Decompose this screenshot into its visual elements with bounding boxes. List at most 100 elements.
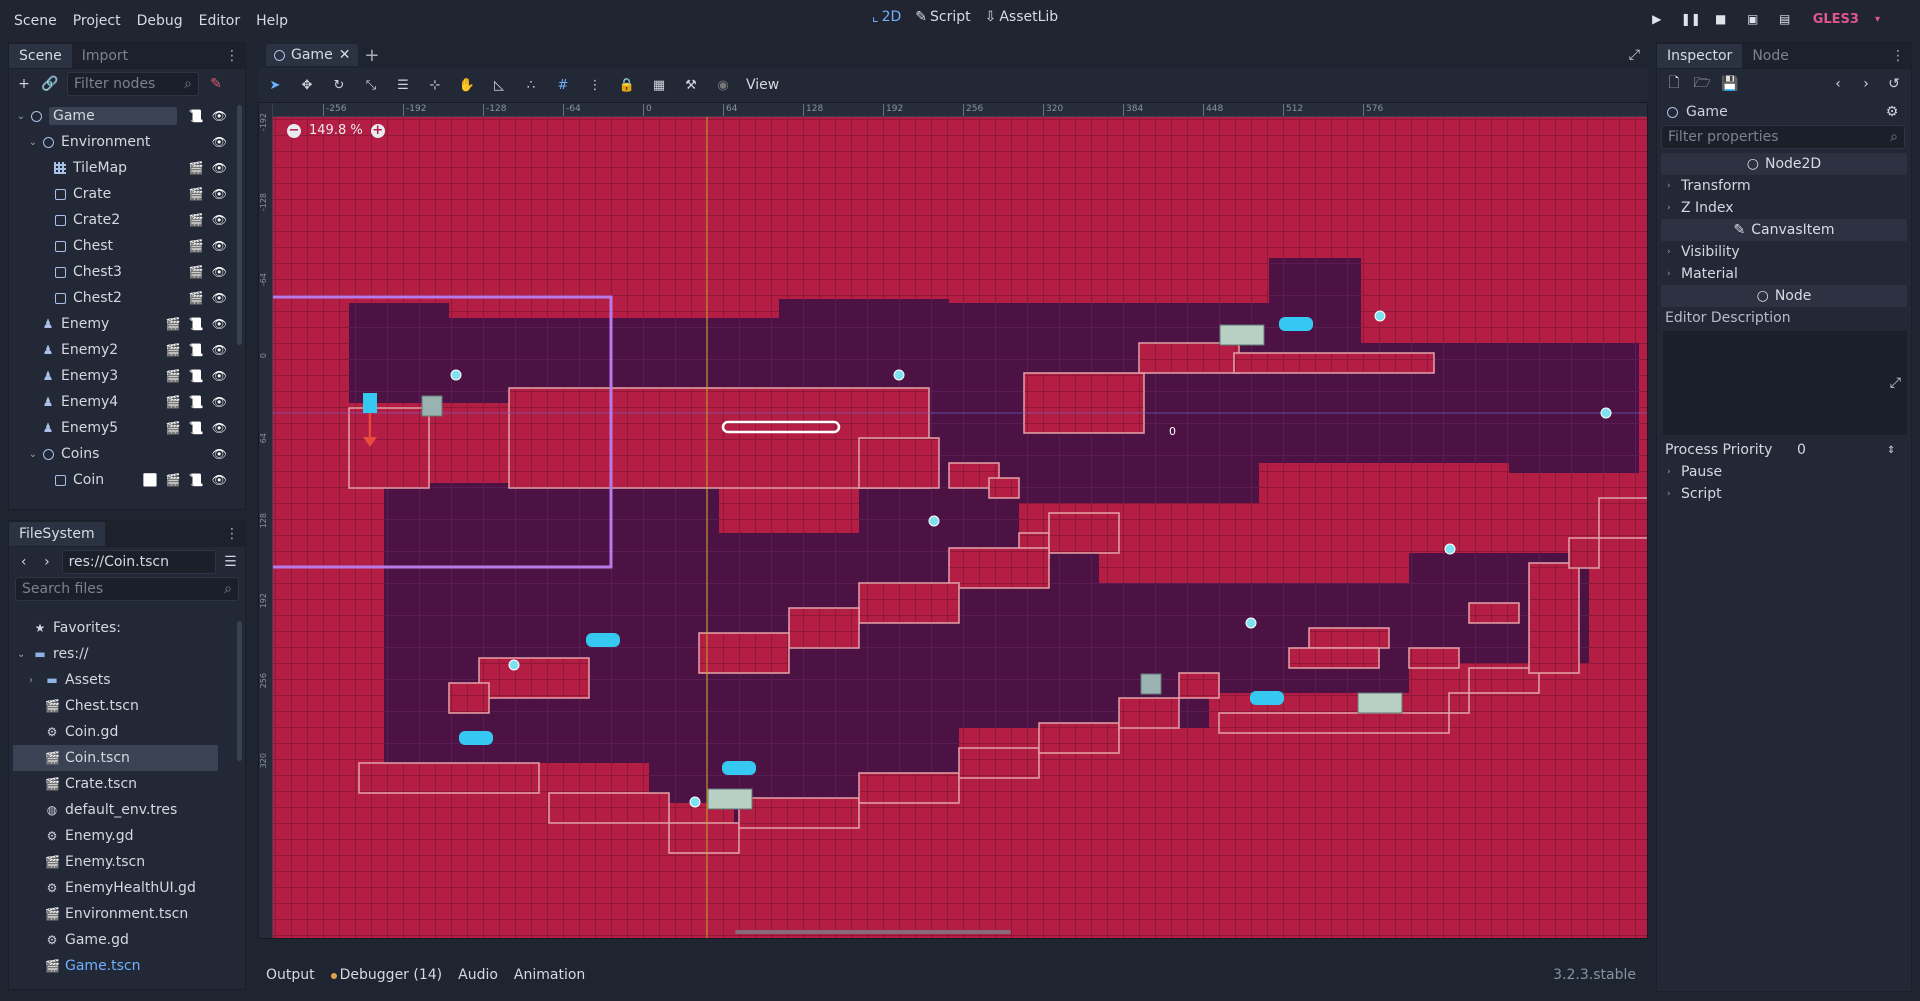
script-icon[interactable]: 📜 <box>189 317 204 331</box>
visibility-eye-icon[interactable]: 👁 <box>212 265 227 279</box>
scene-tree-row[interactable]: Crate2 🎬 👁 <box>9 207 231 233</box>
object-properties-icon[interactable]: ⚙ <box>1883 103 1901 121</box>
pause-icon[interactable]: ❚❚ <box>1681 11 1701 27</box>
script-icon[interactable]: 📜 <box>189 421 204 435</box>
history-icon[interactable]: ↺ <box>1885 75 1903 93</box>
open-scene-icon[interactable]: 🎬 <box>189 213 204 227</box>
split-view-icon[interactable]: ☰ <box>222 553 239 571</box>
dock-menu-icon[interactable]: ⋮ <box>225 48 239 64</box>
menu-help[interactable]: Help <box>248 13 296 29</box>
history-forward-icon[interactable]: › <box>1857 75 1875 93</box>
tab-animation[interactable]: Animation <box>514 967 585 983</box>
scene-tree-row[interactable]: ⌄ Environment 👁 <box>9 129 231 155</box>
visibility-eye-icon[interactable]: 👁 <box>212 395 227 409</box>
pivot-icon[interactable]: ⊹ <box>426 78 444 93</box>
tab-output[interactable]: Output <box>266 967 315 983</box>
filter-properties-input[interactable]: Filter properties ⌕ <box>1661 125 1905 149</box>
menu-debug[interactable]: Debug <box>129 13 191 29</box>
mode-2d-button[interactable]: ⌞ 2D <box>872 9 901 25</box>
add-scene-icon[interactable]: + <box>364 45 379 66</box>
back-icon[interactable]: ‹ <box>15 553 32 571</box>
section-material[interactable]: › Material <box>1657 263 1911 285</box>
scene-tree-row[interactable]: ♟ Enemy5 🎬 📜 👁 <box>9 415 231 441</box>
file-item[interactable]: ⚙ Enemy.gd <box>13 823 231 849</box>
renderer-label[interactable]: GLES3 <box>1813 12 1859 27</box>
menu-editor[interactable]: Editor <box>191 13 248 29</box>
scene-tree-row[interactable]: ♟ Enemy4 🎬 📜 👁 <box>9 389 231 415</box>
process-priority-value[interactable]: 0 <box>1797 442 1887 458</box>
open-scene-icon[interactable]: 🎬 <box>189 239 204 253</box>
tab-node[interactable]: Node <box>1742 44 1799 68</box>
filter-nodes-input[interactable]: Filter nodes ⌕ <box>67 72 199 96</box>
file-item[interactable]: ⚙ Coin.gd <box>13 719 231 745</box>
visibility-eye-icon[interactable]: 👁 <box>212 187 227 201</box>
visibility-eye-icon[interactable]: 👁 <box>212 109 227 123</box>
open-scene-icon[interactable]: 🎬 <box>189 161 204 175</box>
play-icon[interactable]: ▶ <box>1649 11 1665 27</box>
scene-tree-row[interactable]: TileMap 🎬 👁 <box>9 155 231 181</box>
file-item[interactable]: 🎬 Environment.tscn <box>13 901 231 927</box>
visibility-eye-icon[interactable]: 👁 <box>212 161 227 175</box>
forward-icon[interactable]: › <box>38 553 55 571</box>
grid-snap-icon[interactable]: # <box>554 78 572 93</box>
file-item[interactable]: 🎬 Chest.tscn <box>13 693 231 719</box>
play-scene-icon[interactable]: ▣ <box>1745 11 1761 27</box>
zoom-in-icon[interactable]: + <box>370 123 385 138</box>
collapse-arrow-icon[interactable]: ⌄ <box>15 111 27 122</box>
visibility-eye-icon[interactable]: 👁 <box>212 421 227 435</box>
scene-tree-row[interactable]: ♟ Enemy3 🎬 📜 👁 <box>9 363 231 389</box>
override-camera-icon[interactable]: ◉ <box>714 78 732 93</box>
open-resource-icon[interactable]: 🗁 <box>1693 75 1711 93</box>
visibility-eye-icon[interactable]: 👁 <box>212 213 227 227</box>
script-icon[interactable]: 📜 <box>189 343 204 357</box>
select-mode-icon[interactable]: ➤ <box>266 78 284 93</box>
add-node-icon[interactable]: + <box>15 75 33 93</box>
tab-debugger[interactable]: Debugger (14) <box>330 967 442 983</box>
canvas-viewport[interactable]: -256 -192 -128 -64 0 64 128 192 256 320 384 448 512 5… <box>258 102 1648 939</box>
visibility-eye-icon[interactable]: 👁 <box>212 447 227 461</box>
open-scene-icon[interactable]: 🎬 <box>166 473 181 487</box>
file-item[interactable]: ◍ default_env.tres <box>13 797 231 823</box>
visibility-eye-icon[interactable]: 👁 <box>212 239 227 253</box>
file-item[interactable]: ⌄ ▬ res:// <box>13 641 231 667</box>
close-icon[interactable]: ✕ <box>339 47 351 63</box>
viewport-hscrollbar[interactable] <box>735 930 1011 934</box>
scene-tree-row[interactable]: ⌄ Coins 👁 <box>9 441 231 467</box>
open-scene-icon[interactable]: 🎬 <box>189 265 204 279</box>
scene-tree-row[interactable]: ♟ Enemy2 🎬 📜 👁 <box>9 337 231 363</box>
scale-mode-icon[interactable]: ⤡ <box>362 78 380 93</box>
ruler-icon[interactable]: ◺ <box>490 78 508 93</box>
file-item[interactable]: › ▬ Assets <box>13 667 231 693</box>
editor-description-field[interactable]: ⤢ <box>1663 331 1907 435</box>
visibility-eye-icon[interactable]: 👁 <box>212 317 227 331</box>
section-visibility[interactable]: › Visibility <box>1657 241 1911 263</box>
section-transform[interactable]: › Transform <box>1657 175 1911 197</box>
scene-tree-row[interactable]: Chest2 🎬 👁 <box>9 285 231 311</box>
tab-inspector[interactable]: Inspector <box>1657 44 1743 68</box>
view-menu[interactable]: View <box>746 77 779 93</box>
signal-icon[interactable]: 📶 <box>143 473 158 487</box>
scene-tree-row[interactable]: ♟ Enemy 🎬 📜 👁 <box>9 311 231 337</box>
file-item[interactable]: ⚙ EnemyHealthUI.gd <box>13 875 231 901</box>
open-scene-icon[interactable]: 🎬 <box>189 291 204 305</box>
script-icon[interactable]: 📜 <box>189 473 204 487</box>
list-select-icon[interactable]: ☰ <box>394 78 412 93</box>
filesystem-scrollbar[interactable] <box>237 621 242 761</box>
file-item[interactable]: 🎬 Enemy.tscn <box>13 849 231 875</box>
new-resource-icon[interactable]: 🗋 <box>1665 75 1683 93</box>
section-pause[interactable]: › Pause <box>1657 461 1911 483</box>
scene-tree-row[interactable]: Crate 🎬 👁 <box>9 181 231 207</box>
expand-arrow-icon[interactable]: › <box>29 675 39 686</box>
lock-icon[interactable]: 🔒 <box>618 78 636 93</box>
open-scene-icon[interactable]: 🎬 <box>166 421 181 435</box>
mode-script-button[interactable]: ✎ Script <box>915 9 970 25</box>
spinner-icon[interactable]: ⇕ <box>1887 445 1895 456</box>
attach-script-icon[interactable]: ✎ <box>207 75 225 93</box>
path-field[interactable]: res://Coin.tscn <box>61 550 216 574</box>
scene-tree-scrollbar[interactable] <box>237 105 242 345</box>
save-resource-icon[interactable]: 💾 <box>1721 75 1739 93</box>
menu-project[interactable]: Project <box>65 13 129 29</box>
visibility-eye-icon[interactable]: 👁 <box>212 473 227 487</box>
zoom-label[interactable]: 149.8 % <box>309 123 363 138</box>
section-z-index[interactable]: › Z Index <box>1657 197 1911 219</box>
